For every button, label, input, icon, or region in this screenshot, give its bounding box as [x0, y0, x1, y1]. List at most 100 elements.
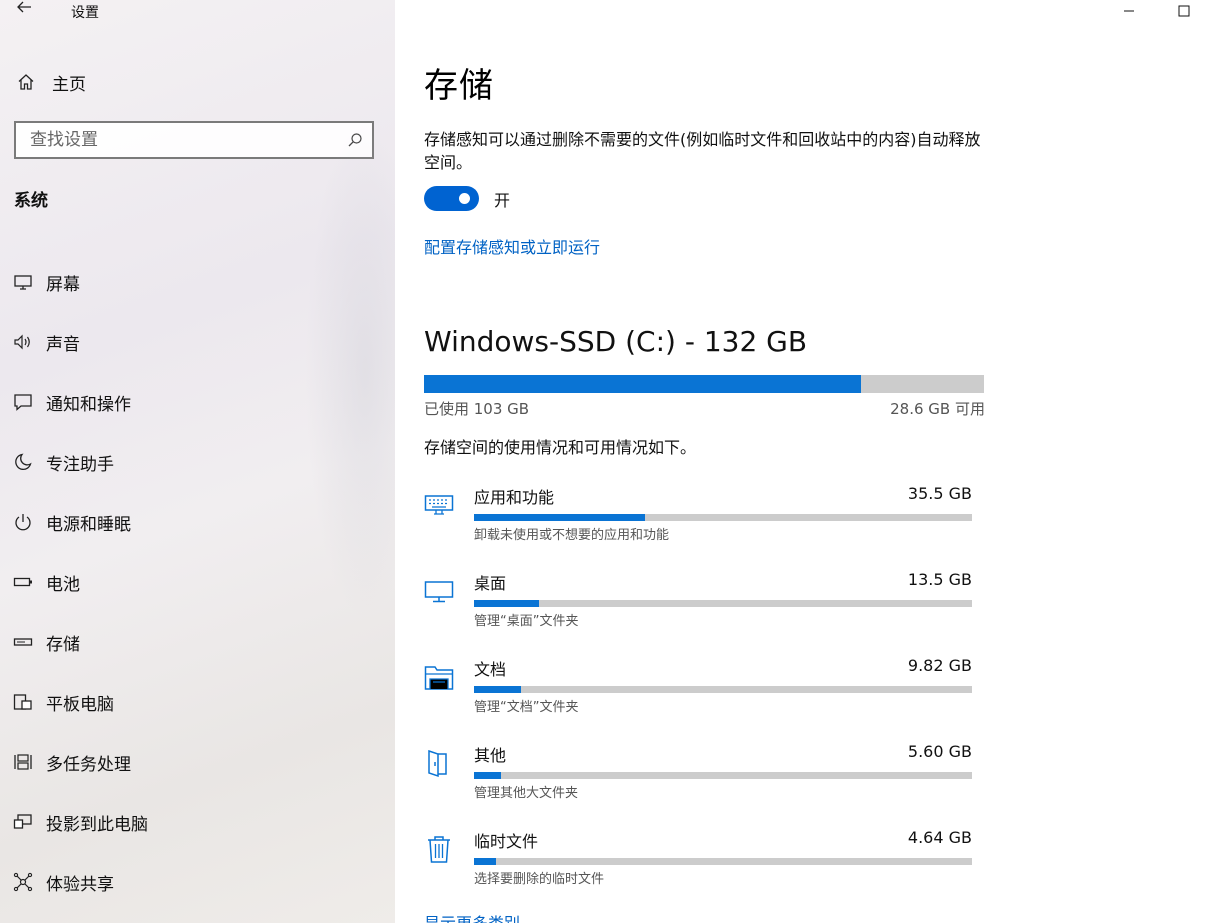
category-name: 临时文件: [474, 832, 539, 851]
documents-folder-icon: [424, 662, 454, 692]
power-icon: [0, 512, 46, 532]
drive-usage-bar: [424, 375, 984, 393]
sidebar-item-storage[interactable]: 存储: [0, 612, 395, 672]
category-description: 卸载未使用或不想要的应用和功能: [474, 528, 670, 543]
toggle-knob: [459, 193, 470, 204]
category-size: 13.5 GB: [907, 570, 972, 589]
sidebar-item-tablet[interactable]: 平板电脑: [0, 672, 395, 732]
sidebar-item-label: 声音: [46, 334, 80, 355]
sidebar-item-home[interactable]: 主页: [0, 62, 395, 102]
arrow-left-icon: [17, 1, 31, 13]
app-title: 设置: [71, 5, 99, 21]
storage-sense-toggle[interactable]: [424, 186, 479, 211]
minimize-icon: [1124, 10, 1134, 12]
page-title: 存储: [424, 66, 494, 106]
sidebar-item-projecting[interactable]: 投影到此电脑: [0, 792, 395, 852]
sidebar-item-notifications[interactable]: 通知和操作: [0, 372, 395, 432]
category-temp-files[interactable]: 临时文件 4.64 GB 选择要删除的临时文件: [424, 826, 984, 912]
category-usage-bar-fill: [474, 600, 540, 607]
sidebar-item-label: 屏幕: [46, 274, 80, 295]
home-icon: [0, 72, 52, 92]
section-title: 系统: [14, 191, 48, 211]
category-usage-bar: [474, 772, 972, 779]
sidebar-nav: 屏幕 声音 通知和操作 专注助手 电源和睡眠 电池 存储 平板电脑 多任务处理 …: [0, 252, 395, 912]
sidebar-item-label: 平板电脑: [46, 694, 114, 715]
battery-icon: [0, 572, 46, 592]
drive-usage-bar-fill: [424, 375, 861, 393]
category-name: 文档: [474, 660, 507, 679]
category-other[interactable]: 其他 5.60 GB 管理其他大文件夹: [424, 740, 984, 826]
display-icon: [0, 272, 46, 292]
title-bar: 设置: [0, 0, 395, 24]
minimize-button[interactable]: [1106, 0, 1152, 22]
category-usage-bar: [474, 686, 972, 693]
notification-icon: [0, 392, 46, 412]
category-usage-bar: [474, 858, 972, 865]
category-description: 管理其他大文件夹: [474, 786, 579, 801]
apps-icon: [424, 490, 454, 520]
drive-free-label: 28.6 GB 可用: [890, 400, 985, 418]
drive-title: Windows-SSD (C:) - 132 GB: [424, 325, 808, 358]
speaker-icon: [0, 332, 46, 352]
configure-storage-sense-link[interactable]: 配置存储感知或立即运行: [424, 234, 600, 258]
multitasking-icon: [0, 752, 46, 772]
sidebar-item-label: 体验共享: [46, 874, 114, 895]
storage-icon: [0, 632, 46, 652]
tablet-icon: [0, 692, 46, 712]
sidebar: 设置 主页 系统 屏幕 声音 通知和操作: [0, 0, 395, 923]
storage-sense-toggle-row: 开: [424, 186, 510, 211]
storage-sense-description: 存储感知可以通过删除不需要的文件(例如临时文件和回收站中的内容)自动释放空间。: [424, 130, 981, 172]
sidebar-item-label: 通知和操作: [46, 394, 131, 415]
other-folder-icon: [424, 748, 454, 778]
sidebar-item-label: 电源和睡眠: [46, 514, 131, 535]
sidebar-item-shared-experiences[interactable]: 体验共享: [0, 852, 395, 912]
sidebar-item-label: 存储: [46, 634, 80, 655]
category-usage-bar-fill: [474, 772, 501, 779]
sidebar-item-display[interactable]: 屏幕: [0, 252, 395, 312]
projecting-icon: [0, 812, 46, 832]
category-size: 4.64 GB: [907, 828, 972, 847]
moon-icon: [0, 452, 46, 472]
shared-experiences-icon: [0, 872, 46, 892]
category-description: 管理“桌面”文件夹: [474, 614, 579, 629]
category-size: 5.60 GB: [907, 742, 972, 761]
category-apps[interactable]: 应用和功能 35.5 GB 卸载未使用或不想要的应用和功能: [424, 482, 984, 568]
sidebar-item-focus-assist[interactable]: 专注助手: [0, 432, 395, 492]
category-description: 选择要删除的临时文件: [474, 872, 605, 887]
sidebar-item-label: 专注助手: [46, 454, 114, 475]
sidebar-item-multitasking[interactable]: 多任务处理: [0, 732, 395, 792]
search-box[interactable]: [14, 121, 374, 159]
category-desktop[interactable]: 桌面 13.5 GB 管理“桌面”文件夹: [424, 568, 984, 654]
search-input[interactable]: [16, 123, 338, 157]
sidebar-item-sound[interactable]: 声音: [0, 312, 395, 372]
category-size: 35.5 GB: [907, 484, 972, 503]
maximize-icon: [1178, 5, 1190, 17]
category-documents[interactable]: 文档 9.82 GB 管理“文档”文件夹: [424, 654, 984, 740]
sidebar-item-power-sleep[interactable]: 电源和睡眠: [0, 492, 395, 552]
sidebar-item-label: 投影到此电脑: [46, 814, 148, 835]
maximize-button[interactable]: [1161, 0, 1207, 22]
category-size: 9.82 GB: [907, 656, 972, 675]
category-usage-bar-fill: [474, 858, 497, 865]
category-name: 应用和功能: [474, 488, 555, 507]
category-usage-bar-fill: [474, 514, 646, 521]
usage-description: 存储空间的使用情况和可用情况如下。: [424, 438, 697, 457]
category-list: 应用和功能 35.5 GB 卸载未使用或不想要的应用和功能 桌面 13.5 GB…: [424, 482, 984, 912]
desktop-icon: [424, 576, 454, 606]
category-usage-bar-fill: [474, 686, 522, 693]
category-description: 管理“文档”文件夹: [474, 700, 579, 715]
sidebar-item-battery[interactable]: 电池: [0, 552, 395, 612]
sidebar-item-label: 多任务处理: [46, 754, 131, 775]
trash-icon: [424, 834, 454, 864]
category-name: 其他: [474, 746, 507, 765]
search-icon[interactable]: [338, 132, 372, 148]
category-usage-bar: [474, 514, 972, 521]
drive-used-label: 已使用 103 GB: [424, 400, 530, 418]
sidebar-item-label: 主页: [52, 74, 86, 95]
show-more-categories-link[interactable]: 显示更多类别: [424, 910, 520, 923]
back-button[interactable]: [10, 0, 38, 22]
category-usage-bar: [474, 600, 972, 607]
category-name: 桌面: [474, 574, 507, 593]
sidebar-item-label: 电池: [46, 574, 80, 595]
toggle-state-label: 开: [494, 190, 511, 210]
